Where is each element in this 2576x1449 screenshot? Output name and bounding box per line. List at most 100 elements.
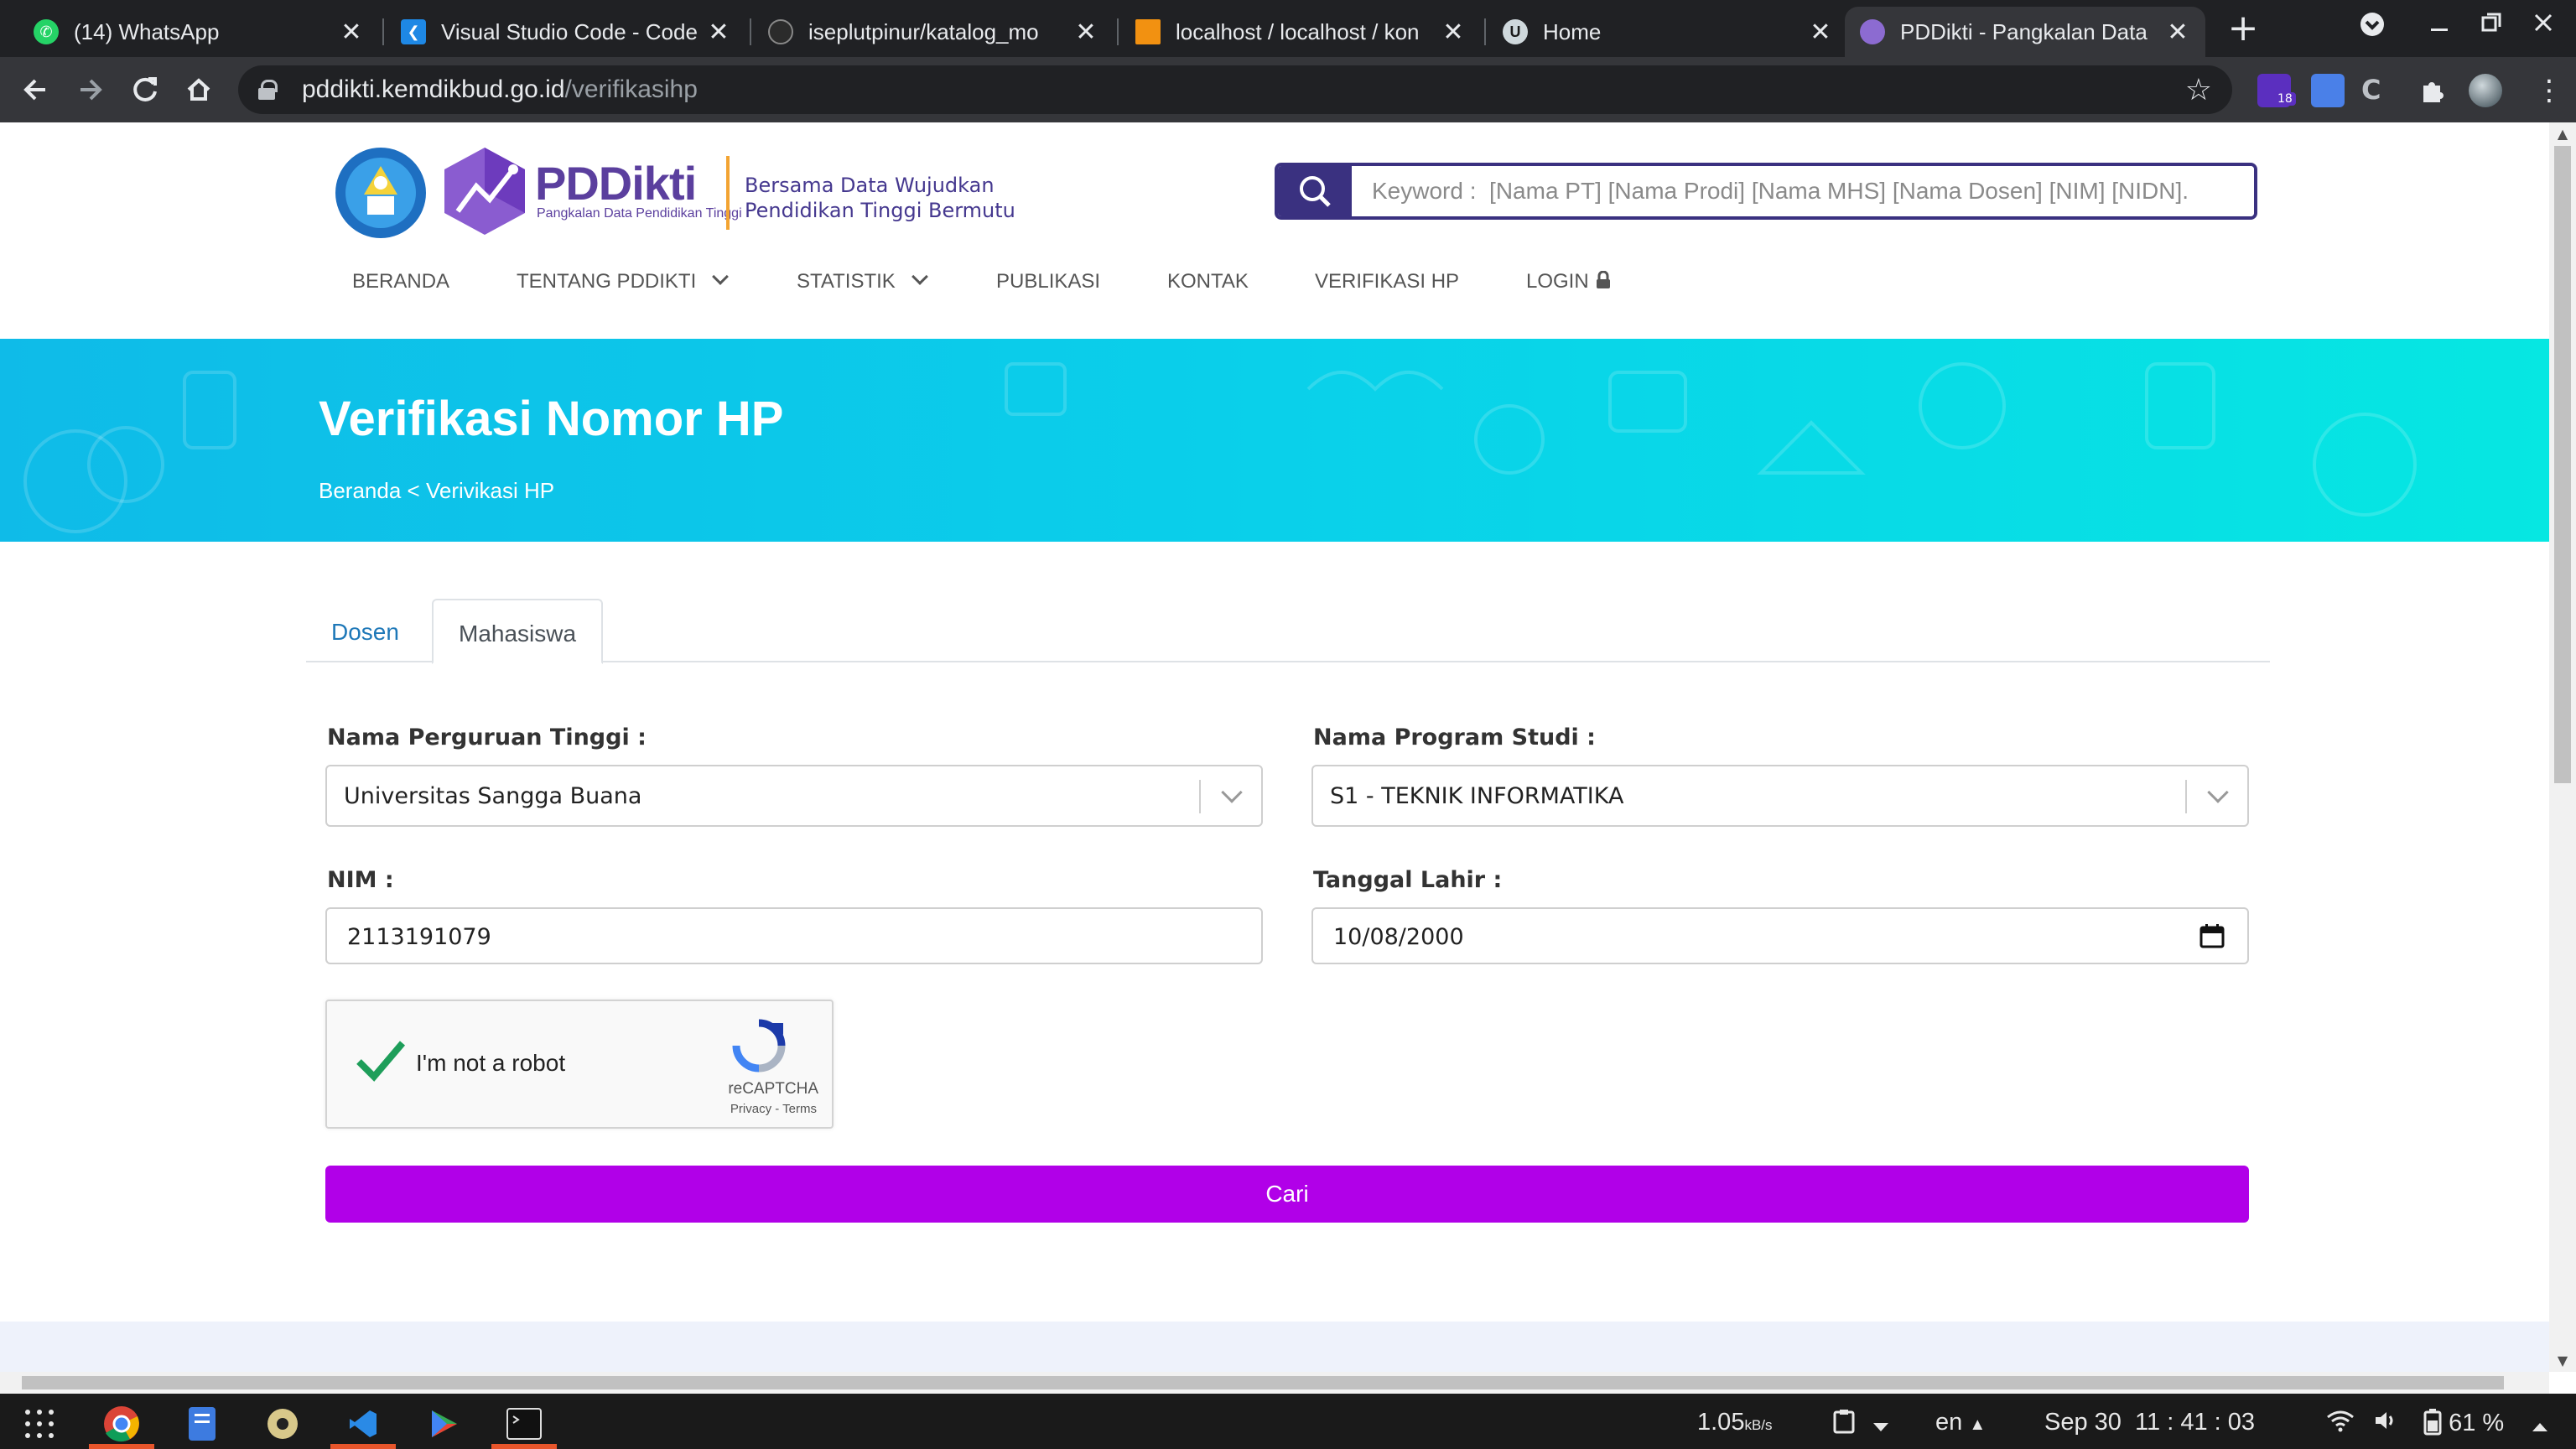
dob-label: Tanggal Lahir :	[1313, 867, 1503, 893]
tab-title: Visual Studio Code - Code	[441, 18, 698, 44]
new-tab-button[interactable]: +	[2222, 8, 2264, 50]
tab-home[interactable]: U Home ✕	[1488, 7, 1848, 57]
tab-mahasiswa[interactable]: Mahasiswa	[432, 599, 604, 664]
nav-tentang-pddikti[interactable]: TENTANG PDDIKTI	[517, 268, 730, 293]
search-button[interactable]	[1278, 166, 1352, 216]
breadcrumb-home[interactable]: Beranda	[319, 478, 401, 504]
net-speed-value: 1.05	[1697, 1409, 1745, 1436]
nav-verifikasi-hp[interactable]: VERIFIKASI HP	[1315, 270, 1459, 293]
lock-icon[interactable]	[258, 80, 278, 100]
tagline: Bersama Data Wujudkan Pendidikan Tinggi …	[745, 173, 1015, 223]
url-host: pddikti.kemdikbud.go.id	[302, 75, 565, 103]
prodi-select[interactable]: S1 - TEKNIK INFORMATIKA	[1311, 765, 2249, 827]
checkmark-icon[interactable]	[354, 1038, 408, 1082]
play-store-taskbar-icon[interactable]	[411, 1399, 476, 1449]
app-launcher-icon[interactable]	[7, 1399, 72, 1449]
tab-title: localhost / localhost / kon	[1176, 18, 1420, 44]
terminal-taskbar-icon[interactable]	[491, 1399, 557, 1449]
tab-vscode[interactable]: ❮ Visual Studio Code - Code ✕	[386, 7, 746, 57]
pt-select[interactable]: Universitas Sangga Buana	[325, 765, 1263, 827]
tray-expand-icon[interactable]	[1872, 1412, 1890, 1440]
nim-value: 2113191079	[347, 924, 491, 950]
home-icon[interactable]	[176, 67, 221, 112]
nav-label: TENTANG PDDIKTI	[517, 270, 697, 293]
close-tab-icon[interactable]: ✕	[706, 18, 731, 47]
lang-value: en	[1935, 1409, 1963, 1436]
scroll-up-icon[interactable]: ▲	[2549, 126, 2576, 142]
close-tab-icon[interactable]: ✕	[1808, 18, 1833, 47]
select-divider	[1199, 780, 1201, 813]
chevron-down-icon[interactable]	[2207, 782, 2229, 803]
horizontal-scroll-thumb[interactable]	[22, 1376, 2504, 1389]
back-icon[interactable]	[13, 67, 59, 112]
tab-github[interactable]: iseplutpinur/katalog_mo ✕	[753, 7, 1114, 57]
address-bar[interactable]: pddikti.kemdikbud.go.id/verifikasihp ☆	[238, 65, 2232, 114]
tab-pddikti[interactable]: PDDikti - Pangkalan Data ✕	[1845, 7, 2205, 57]
tab-search-icon[interactable]	[2358, 10, 2386, 45]
tab-phpmyadmin[interactable]: localhost / localhost / kon ✕	[1120, 7, 1481, 57]
pt-value: Universitas Sangga Buana	[344, 783, 642, 809]
css-peeper-icon[interactable]: C	[2361, 74, 2395, 107]
vertical-scroll-thumb[interactable]	[2554, 146, 2571, 783]
files-taskbar-icon[interactable]	[169, 1399, 235, 1449]
clock[interactable]: Sep 30 11 : 41 : 03	[2044, 1409, 2255, 1436]
chrome-taskbar-icon[interactable]	[89, 1399, 154, 1449]
tut-wuri-handayani-logo[interactable]	[334, 144, 428, 242]
reload-icon[interactable]	[122, 67, 168, 112]
whatsapp-icon: ✆	[34, 19, 59, 44]
nav-kontak[interactable]: KONTAK	[1167, 270, 1249, 293]
select-divider	[2185, 780, 2187, 813]
chevron-down-icon[interactable]	[1221, 782, 1243, 803]
close-tab-icon[interactable]: ✕	[339, 18, 364, 47]
disk-taskbar-icon[interactable]	[250, 1399, 315, 1449]
restore-icon[interactable]	[2479, 10, 2504, 42]
keyboard-layout[interactable]: en ▲	[1935, 1409, 1986, 1436]
tab-whatsapp[interactable]: ✆ (14) WhatsApp ✕	[18, 7, 379, 57]
pddikti-logo[interactable]	[441, 144, 528, 238]
volume-icon[interactable]	[2373, 1409, 2398, 1439]
horizontal-scrollbar[interactable]	[0, 1372, 2549, 1394]
tray-caret-icon[interactable]	[2531, 1412, 2549, 1440]
main-nav: BERANDA TENTANG PDDIKTI STATISTIK PUBLIK…	[0, 268, 2549, 304]
extension-purple-icon[interactable]: 18	[2257, 74, 2296, 107]
breadcrumb: Beranda < Verivikasi HP	[319, 478, 554, 504]
forward-icon[interactable]	[67, 67, 112, 112]
caret-up-icon: ▲	[1969, 1415, 1987, 1434]
nav-login[interactable]: LOGIN	[1526, 270, 1611, 293]
close-tab-icon[interactable]: ✕	[1073, 18, 1098, 47]
vscode-taskbar-icon[interactable]	[330, 1399, 396, 1449]
brand-subtitle: Pangkalan Data Pendidikan Tinggi	[537, 206, 742, 221]
nim-input[interactable]: 2113191079	[325, 907, 1263, 964]
time-value: 11 : 41 : 03	[2135, 1409, 2256, 1436]
tab-dosen[interactable]: Dosen	[306, 599, 424, 664]
form-tabs: Dosen Mahasiswa	[306, 592, 2270, 664]
close-window-icon[interactable]	[2531, 10, 2556, 42]
chevron-down-icon	[911, 268, 928, 285]
nav-publikasi[interactable]: PUBLIKASI	[996, 270, 1100, 293]
dob-input[interactable]: 10/08/2000	[1311, 907, 2249, 964]
extensions-puzzle-icon[interactable]	[2415, 74, 2449, 107]
vertical-scrollbar[interactable]: ▲ ▼	[2549, 122, 2576, 1372]
browser-menu-icon[interactable]: ⋮	[2532, 74, 2566, 107]
search-input[interactable]	[1352, 166, 2254, 216]
close-tab-icon[interactable]: ✕	[2165, 18, 2190, 47]
bookmark-star-icon[interactable]: ☆	[2185, 72, 2212, 107]
minimize-icon[interactable]	[2427, 10, 2452, 42]
scroll-down-icon[interactable]: ▼	[2549, 1353, 2576, 1368]
calendar-icon[interactable]	[2199, 922, 2225, 949]
wifi-icon[interactable]	[2326, 1409, 2355, 1439]
translate-icon[interactable]	[2311, 74, 2345, 107]
cari-button[interactable]: Cari	[325, 1166, 2249, 1223]
recaptcha-brand: reCAPTCHA	[728, 1080, 818, 1098]
active-app-indicator	[491, 1444, 557, 1449]
profile-avatar[interactable]	[2469, 74, 2502, 107]
close-tab-icon[interactable]: ✕	[1441, 18, 1466, 47]
nav-beranda[interactable]: BERANDA	[352, 270, 449, 293]
battery-indicator[interactable]: 61 %	[2423, 1409, 2504, 1437]
nav-statistik[interactable]: STATISTIK	[797, 268, 928, 293]
extension-badge: 18	[2274, 92, 2296, 106]
clipboard-icon[interactable]	[1833, 1409, 1855, 1441]
tab-title: iseplutpinur/katalog_mo	[808, 18, 1039, 44]
recaptcha-terms[interactable]: Privacy - Terms	[327, 1102, 817, 1116]
nav-label: LOGIN	[1526, 270, 1589, 293]
